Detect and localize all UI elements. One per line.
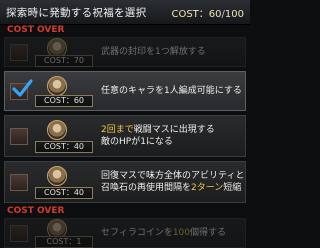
desc-text: 回復マスで味方全体のアビリティと xyxy=(101,171,245,181)
desc-text: 敵のHPが1になる xyxy=(101,137,173,147)
blessing-description: 2回まで戦闘マスに出現する 敵のHPが1になる xyxy=(101,124,215,148)
highlight-text: 2回まで xyxy=(101,125,134,135)
checkbox[interactable] xyxy=(10,174,28,191)
desc-text: 個得する xyxy=(190,228,227,238)
checkbox[interactable] xyxy=(10,79,33,100)
blessing-icon xyxy=(47,76,67,96)
highlight-text: 2ターン xyxy=(191,183,224,193)
desc-text: 戦闘マスに出現する xyxy=(133,125,215,135)
check-icon xyxy=(12,79,33,97)
blessing-icon xyxy=(47,166,67,186)
cost-badge: COST：40 xyxy=(35,141,93,153)
blessing-header: 探索時に発動する祝福を選択 COST：60/100 xyxy=(0,0,250,25)
desc-text: セフィラコインを xyxy=(101,228,173,238)
cost-over-label: COST OVER xyxy=(7,206,65,216)
blessing-row-extra-character[interactable]: COST：60 任意のキャラを1人編成可能にする xyxy=(4,71,246,111)
blessing-description: 武器の封印を1つ解放する xyxy=(101,47,206,57)
cost-over-label: COST OVER xyxy=(7,25,65,35)
cost-current: 60 xyxy=(208,9,222,20)
desc-text: 召喚石の再使用間隔を xyxy=(101,183,192,193)
blessing-row-cooldown[interactable]: COST：40 回復マスで味方全体のアビリティと 召喚石の再使用間隔を2ターン短… xyxy=(4,161,246,203)
blessing-icon xyxy=(47,120,67,140)
cost-total: COST：60/100 xyxy=(171,5,244,20)
cost-label: COST： xyxy=(171,9,209,20)
blessing-row-enemy-hp[interactable]: COST：40 2回まで戦闘マスに出現する 敵のHPが1になる xyxy=(4,115,246,157)
checkbox[interactable] xyxy=(10,44,28,61)
desc-text: 短縮 xyxy=(223,183,242,193)
blessing-row-weapon-seal[interactable]: COST：70 武器の封印を1つ解放する xyxy=(4,37,246,67)
cost-badge: COST：60 xyxy=(35,95,93,107)
blessing-description: 任意のキャラを1人編成可能にする xyxy=(101,86,242,96)
cost-badge: COST：40 xyxy=(35,187,93,199)
cost-max: 100 xyxy=(224,9,244,20)
blessing-description: セフィラコインを100個得する xyxy=(101,227,226,239)
blessing-description: 回復マスで味方全体のアビリティと 召喚石の再使用間隔を2ターン短縮 xyxy=(101,170,244,194)
highlight-text: 100 xyxy=(172,228,191,238)
page-title: 探索時に発動する祝福を選択 xyxy=(6,7,147,19)
checkbox[interactable] xyxy=(10,225,28,242)
checkbox[interactable] xyxy=(10,128,28,145)
cost-badge: COST：70 xyxy=(35,55,93,67)
cost-badge: COST：1 xyxy=(35,236,93,248)
